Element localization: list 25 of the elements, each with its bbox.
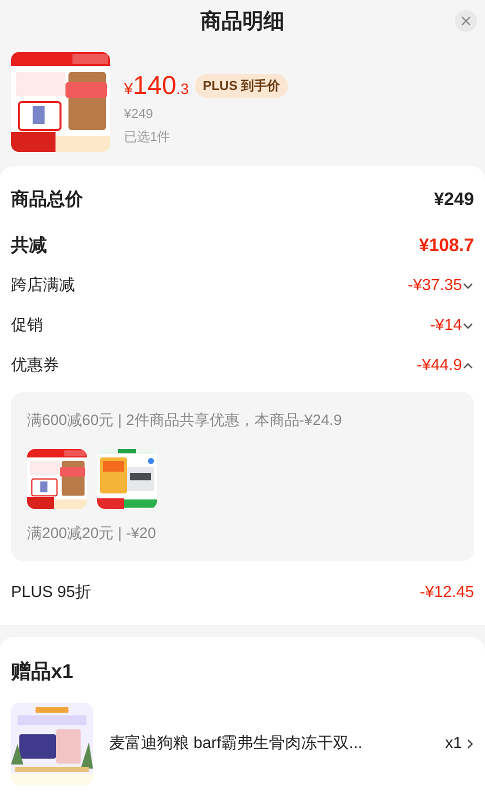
gift-title: 赠品x1 — [11, 660, 74, 685]
discount-label: PLUS 95折 — [11, 583, 92, 603]
gift-name: 麦富迪狗粮 barf霸弗生骨肉冻干双... — [109, 734, 364, 754]
coupon-detail-text: 满200减20元 | -¥20 — [27, 524, 157, 544]
discount-value: -¥44.9 — [416, 356, 462, 376]
plus-price-badge: PLUS 到手价 — [194, 74, 288, 98]
discount-label: 促销 — [11, 316, 43, 336]
sheet-title: 商品明细 — [200, 8, 284, 36]
summary-value: ¥249 — [434, 188, 474, 210]
original-price: ¥249 — [124, 105, 154, 123]
discount-value: -¥12.45 — [420, 583, 474, 603]
price-text: ¥140.3 — [124, 70, 189, 102]
summary-value: ¥108.7 — [418, 234, 474, 256]
summary-label: 商品总价 — [11, 188, 83, 210]
discount-label: 跨店满减 — [11, 276, 75, 296]
close-icon — [461, 16, 471, 26]
discount-value: -¥14 — [430, 316, 462, 336]
chevron-right-icon — [466, 738, 474, 750]
close-button[interactable] — [455, 10, 477, 32]
discount-label: 优惠券 — [11, 356, 59, 376]
gift-quantity-link[interactable]: x1 — [445, 732, 474, 756]
summary-label: 共减 — [11, 234, 47, 256]
coupon-detail-text: 满600减60元 | 2件商品共享优惠，本商品-¥24.9 — [27, 411, 343, 431]
selected-count: 已选1件 — [124, 128, 172, 146]
discount-value: -¥37.35 — [408, 276, 462, 296]
